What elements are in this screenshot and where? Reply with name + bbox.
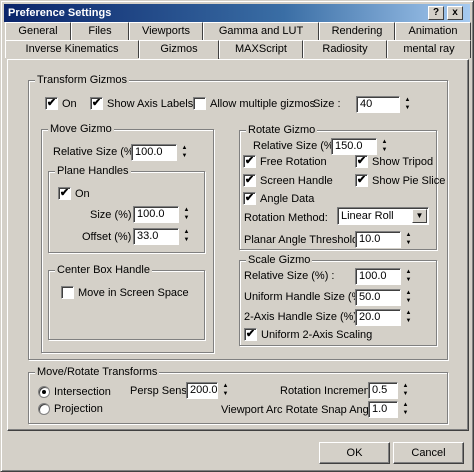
size-input[interactable]: 40 — [356, 96, 400, 113]
preference-settings-window: Preference Settings ? x General Files Vi… — [0, 0, 474, 472]
intersection-label: Intersection — [54, 386, 111, 398]
arc-rotate-snap-label: Viewport Arc Rotate Snap Angle: — [221, 404, 381, 416]
tab-mental-ray[interactable]: mental ray — [387, 40, 471, 58]
allow-multiple-gizmos-label: Allow multiple gizmos — [210, 98, 316, 110]
persp-sens-spinner[interactable]: ▲ ▼ — [221, 382, 230, 399]
uniform-handle-size-input[interactable]: 50.0 — [355, 289, 401, 306]
move-relative-size-spinner[interactable]: ▲ ▼ — [180, 144, 189, 161]
rotation-method-select[interactable]: Linear Roll ▼ — [337, 207, 429, 225]
uniform-2-axis-scaling-label: Uniform 2-Axis Scaling — [261, 329, 373, 341]
center-box-handle-group: Center Box Handle — [48, 263, 205, 340]
plane-handles-on-label: On — [75, 188, 90, 200]
tab-radiosity[interactable]: Radiosity — [303, 40, 387, 58]
tab-maxscript[interactable]: MAXScript — [219, 40, 303, 58]
transform-on-label: On — [62, 98, 77, 110]
plane-offset-input[interactable]: 33.0 — [133, 228, 179, 245]
plane-handles-title: Plane Handles — [55, 164, 131, 178]
plane-handles-on-checkbox[interactable]: ✔ — [58, 187, 71, 200]
plane-size-label: Size (%) : — [90, 209, 138, 221]
tab-animation[interactable]: Animation — [395, 22, 471, 40]
move-in-screen-space-checkbox[interactable] — [61, 286, 74, 299]
show-axis-labels-checkbox[interactable]: ✔ — [90, 97, 103, 110]
tab-gizmos[interactable]: Gizmos — [139, 40, 219, 59]
allow-multiple-gizmos-checkbox[interactable] — [193, 97, 206, 110]
help-button[interactable]: ? — [428, 6, 444, 20]
two-axis-handle-size-label: 2-Axis Handle Size (%) : — [244, 311, 364, 323]
rotation-increment-label: Rotation Increment: — [280, 385, 376, 397]
uniform-2-axis-scaling-checkbox[interactable]: ✔ — [244, 328, 257, 341]
show-axis-labels-label: Show Axis Labels — [107, 98, 194, 110]
arc-rotate-snap-spinner[interactable]: ▲ ▼ — [401, 401, 410, 418]
screen-handle-label: Screen Handle — [260, 175, 333, 187]
screen-handle-checkbox[interactable]: ✔ — [243, 174, 256, 187]
tab-viewports[interactable]: Viewports — [129, 22, 203, 40]
uniform-handle-size-spinner[interactable]: ▲ ▼ — [404, 289, 413, 306]
show-tripod-label: Show Tripod — [372, 156, 434, 168]
planar-angle-threshold-spinner[interactable]: ▲ ▼ — [404, 231, 413, 248]
close-button[interactable]: x — [447, 6, 463, 20]
window-title: Preference Settings — [8, 7, 112, 19]
chevron-down-icon[interactable]: ▼ — [412, 209, 427, 223]
persp-sens-input[interactable]: 200.0 — [186, 382, 218, 399]
plane-offset-spinner[interactable]: ▲ ▼ — [182, 228, 191, 245]
free-rotation-label: Free Rotation — [260, 156, 327, 168]
rotation-method-label: Rotation Method: — [244, 212, 328, 224]
scale-relative-size-input[interactable]: 100.0 — [355, 268, 401, 285]
ok-button[interactable]: OK — [319, 442, 390, 464]
arc-rotate-snap-input[interactable]: 1.0 — [368, 401, 398, 418]
uniform-handle-size-label: Uniform Handle Size (%) : — [244, 291, 372, 303]
scale-relative-size-label: Relative Size (%) : — [244, 270, 335, 282]
size-label: Size : — [313, 98, 341, 110]
angle-data-label: Angle Data — [260, 193, 315, 205]
intersection-radio[interactable] — [38, 386, 50, 398]
plane-size-input[interactable]: 100.0 — [133, 206, 179, 223]
rotation-increment-spinner[interactable]: ▲ ▼ — [401, 382, 410, 399]
planar-angle-threshold-label: Planar Angle Threshold : — [244, 234, 365, 246]
rotate-relative-size-input[interactable]: 150.0 — [331, 138, 377, 155]
rotate-relative-size-spinner[interactable]: ▲ ▼ — [380, 138, 389, 155]
scale-relative-size-spinner[interactable]: ▲ ▼ — [404, 268, 413, 285]
show-pie-slice-label: Show Pie Slice — [372, 175, 446, 187]
tab-gamma-and-lut[interactable]: Gamma and LUT — [203, 22, 319, 40]
move-gizmo-title: Move Gizmo — [48, 122, 114, 136]
scale-gizmo-title: Scale Gizmo — [246, 253, 313, 267]
tab-rendering[interactable]: Rendering — [319, 22, 395, 40]
plane-size-spinner[interactable]: ▲ ▼ — [182, 206, 191, 223]
rotation-increment-input[interactable]: 0.5 — [368, 382, 398, 399]
show-pie-slice-checkbox[interactable]: ✔ — [355, 174, 368, 187]
move-rotate-transforms-title: Move/Rotate Transforms — [35, 365, 160, 379]
rotate-gizmo-title: Rotate Gizmo — [246, 123, 318, 137]
rotate-relative-size-label: Relative Size (%) : — [253, 140, 344, 152]
plane-offset-label: Offset (%) : — [82, 231, 138, 243]
free-rotation-checkbox[interactable]: ✔ — [243, 155, 256, 168]
cancel-button[interactable]: Cancel — [393, 442, 464, 464]
tab-files[interactable]: Files — [71, 22, 129, 40]
persp-sens-label: Persp Sens: — [130, 385, 190, 397]
rotation-method-value: Linear Roll — [341, 210, 394, 222]
two-axis-handle-size-input[interactable]: 20.0 — [355, 309, 401, 326]
size-spinner[interactable]: ▲ ▼ — [403, 96, 412, 113]
tab-general[interactable]: General — [5, 22, 71, 40]
move-in-screen-space-label: Move in Screen Space — [78, 287, 189, 299]
two-axis-handle-size-spinner[interactable]: ▲ ▼ — [404, 309, 413, 326]
move-relative-size-label: Relative Size (%) : — [53, 146, 144, 158]
tab-inverse-kinematics[interactable]: Inverse Kinematics — [5, 40, 139, 58]
transform-on-checkbox[interactable]: ✔ — [45, 97, 58, 110]
show-tripod-checkbox[interactable]: ✔ — [355, 155, 368, 168]
projection-label: Projection — [54, 403, 103, 415]
center-box-handle-title: Center Box Handle — [55, 263, 152, 277]
title-bar: Preference Settings ? x — [4, 4, 470, 22]
transform-gizmos-title: Transform Gizmos — [35, 73, 130, 87]
angle-data-checkbox[interactable]: ✔ — [243, 192, 256, 205]
projection-radio[interactable] — [38, 403, 50, 415]
planar-angle-threshold-input[interactable]: 10.0 — [355, 231, 401, 248]
move-relative-size-input[interactable]: 100.0 — [131, 144, 177, 161]
